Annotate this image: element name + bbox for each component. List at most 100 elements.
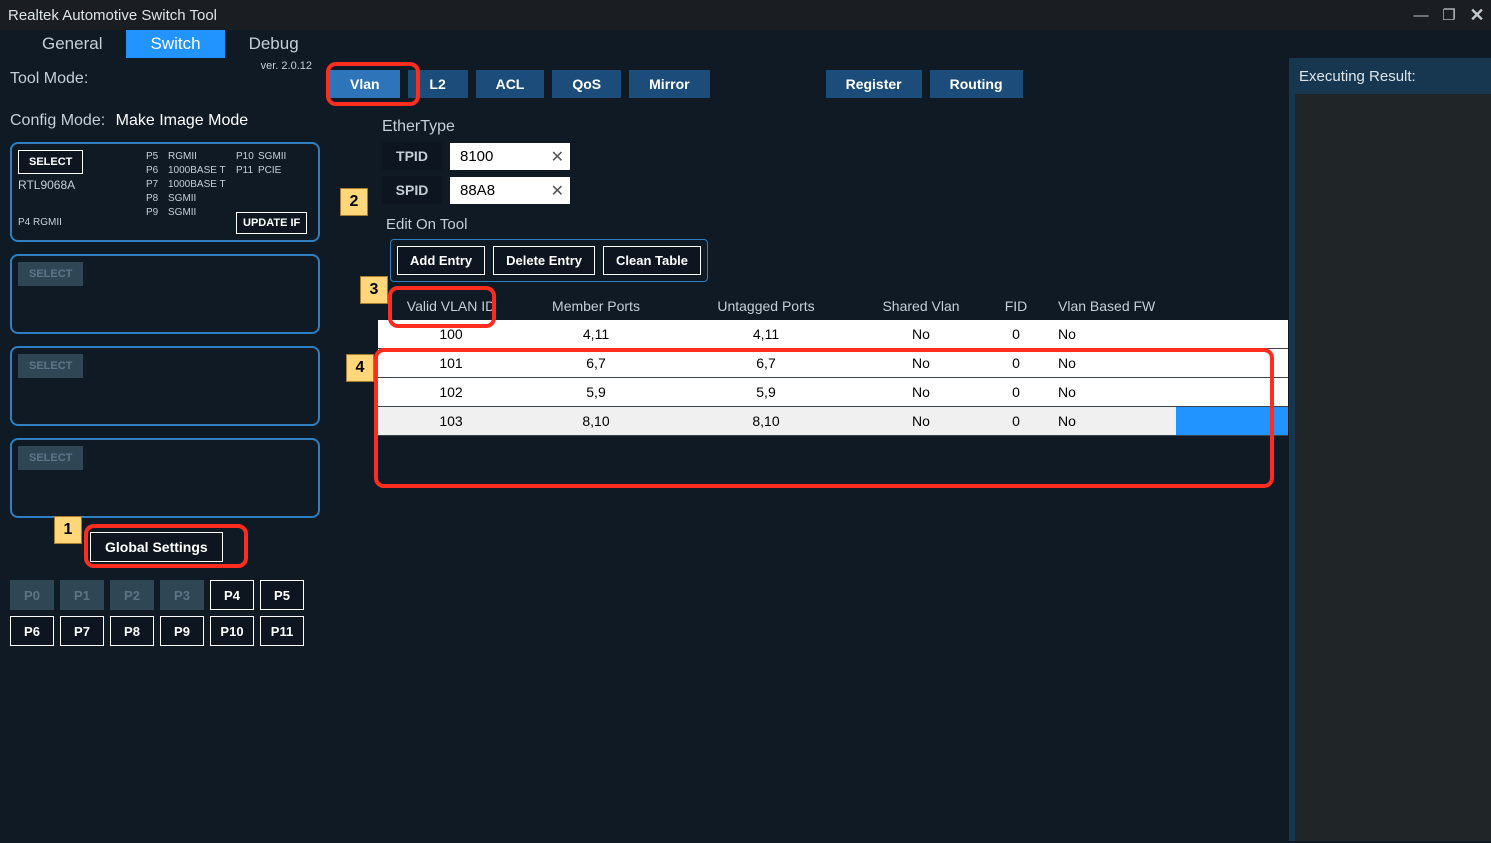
tpid-label: TPID <box>382 142 442 170</box>
tab-debug[interactable]: Debug <box>225 30 323 58</box>
table-row[interactable]: 1016,76,7No0No <box>378 349 1288 378</box>
cell-fid: 0 <box>986 353 1046 373</box>
device-name: RTL9068A <box>18 178 138 192</box>
col-vlan-fw: Vlan Based FW <box>1046 296 1176 316</box>
cell-untagged: 5,9 <box>676 382 856 402</box>
cell-vlan: 102 <box>386 382 516 402</box>
port-button-p9[interactable]: P9 <box>160 616 204 646</box>
select-device-button[interactable]: SELECT <box>18 150 83 174</box>
cell-members: 6,7 <box>516 353 676 373</box>
subtab-l2[interactable]: L2 <box>408 70 468 98</box>
port-mode: 1000BASE T <box>168 178 228 192</box>
cell-fw: No <box>1046 353 1176 373</box>
edit-buttons: Add Entry Delete Entry Clean Table <box>390 239 708 282</box>
table-row[interactable]: 1004,114,11No0No <box>378 320 1288 349</box>
port-button-grid: P0P1P2P3P4P5 P6P7P8P9P10P11 <box>10 580 320 646</box>
port-button-p4[interactable]: P4 <box>210 580 254 610</box>
cell-shared: No <box>856 382 986 402</box>
subtab-acl[interactable]: ACL <box>476 70 545 98</box>
port-mode: PCIE <box>258 164 318 178</box>
config-mode-value: Make Image Mode <box>116 112 249 129</box>
select-device-button-3[interactable]: SELECT <box>18 354 83 378</box>
subtab-mirror[interactable]: Mirror <box>629 70 709 98</box>
table-row[interactable]: 1025,95,9No0No <box>378 378 1288 407</box>
col-vlan-id: Valid VLAN ID <box>386 296 516 316</box>
callout-4: 4 <box>346 354 374 382</box>
port-button-p0[interactable]: P0 <box>10 580 54 610</box>
executing-result-log <box>1295 94 1491 841</box>
executing-result-panel: Executing Result: <box>1288 58 1491 841</box>
minimize-button[interactable]: — <box>1407 7 1435 24</box>
cell-fid: 0 <box>986 411 1046 431</box>
cell-fid: 0 <box>986 382 1046 402</box>
callout-3: 3 <box>360 276 388 304</box>
port-button-p1[interactable]: P1 <box>60 580 104 610</box>
port-label: P7 <box>146 178 168 192</box>
sub-tabs: Vlan L2 ACL QoS Mirror Register Routing <box>330 70 1288 98</box>
device-panel-2: SELECT <box>10 254 320 334</box>
port-button-p2[interactable]: P2 <box>110 580 154 610</box>
tpid-clear-icon[interactable]: ✕ <box>551 147 564 167</box>
cell-members: 4,11 <box>516 324 676 344</box>
subtab-vlan[interactable]: Vlan <box>330 70 400 98</box>
cell-fw: No <box>1046 411 1176 431</box>
port-label: P5 <box>146 150 168 164</box>
config-mode-row: Config Mode: Make Image Mode <box>10 112 320 130</box>
add-entry-button[interactable]: Add Entry <box>397 246 485 275</box>
table-row[interactable]: 1038,108,10No0No <box>378 407 1288 436</box>
cell-shared: No <box>856 324 986 344</box>
port-mode: RGMII <box>168 150 228 164</box>
sidebar: ver. 2.0.12 Tool Mode: Config Mode: Make… <box>0 58 330 841</box>
port-mode: SGMII <box>168 192 228 206</box>
cell-fw: No <box>1046 324 1176 344</box>
port-button-p5[interactable]: P5 <box>260 580 304 610</box>
cell-untagged: 8,10 <box>676 411 856 431</box>
tab-switch[interactable]: Switch <box>126 30 224 58</box>
device-panel-4: SELECT <box>10 438 320 518</box>
config-mode-label: Config Mode: <box>10 112 105 129</box>
close-button[interactable]: ✕ <box>1463 5 1491 26</box>
cell-shared: No <box>856 411 986 431</box>
port-mode: 1000BASE T <box>168 164 228 178</box>
version-label: ver. 2.0.12 <box>261 60 312 72</box>
table-header: Valid VLAN ID Member Ports Untagged Port… <box>378 296 1288 320</box>
callout-1: 1 <box>54 516 82 544</box>
spid-clear-icon[interactable]: ✕ <box>551 181 564 201</box>
port-button-p3[interactable]: P3 <box>160 580 204 610</box>
port-label: P9 <box>146 206 168 220</box>
global-settings-button[interactable]: Global Settings <box>90 532 223 562</box>
titlebar: Realtek Automotive Switch Tool — ❐ ✕ <box>0 0 1491 30</box>
port-button-p7[interactable]: P7 <box>60 616 104 646</box>
subtab-register[interactable]: Register <box>826 70 922 98</box>
cell-members: 8,10 <box>516 411 676 431</box>
tab-general[interactable]: General <box>18 30 126 58</box>
cell-fid: 0 <box>986 324 1046 344</box>
device-panel-1: SELECT RTL9068A P4 RGMII P5RGMIIP61000BA… <box>10 142 320 242</box>
cell-vlan: 103 <box>386 411 516 431</box>
col-member-ports: Member Ports <box>516 296 676 316</box>
spid-label: SPID <box>382 176 442 204</box>
port-p4-spec: P4 RGMII <box>18 216 138 230</box>
update-if-button[interactable]: UPDATE IF <box>236 212 307 234</box>
clean-table-button[interactable]: Clean Table <box>603 246 701 275</box>
cell-fw: No <box>1046 382 1176 402</box>
port-button-p10[interactable]: P10 <box>210 616 254 646</box>
port-button-p8[interactable]: P8 <box>110 616 154 646</box>
port-button-p11[interactable]: P11 <box>260 616 304 646</box>
select-device-button-2[interactable]: SELECT <box>18 262 83 286</box>
subtab-routing[interactable]: Routing <box>930 70 1023 98</box>
cell-untagged: 4,11 <box>676 324 856 344</box>
cell-untagged: 6,7 <box>676 353 856 373</box>
cell-vlan: 101 <box>386 353 516 373</box>
port-button-p6[interactable]: P6 <box>10 616 54 646</box>
cell-members: 5,9 <box>516 382 676 402</box>
edit-on-tool-label: Edit On Tool <box>386 216 1288 233</box>
maximize-button[interactable]: ❐ <box>1435 6 1463 24</box>
col-fid: FID <box>986 296 1046 316</box>
device-panel-3: SELECT <box>10 346 320 426</box>
subtab-qos[interactable]: QoS <box>552 70 621 98</box>
delete-entry-button[interactable]: Delete Entry <box>493 246 595 275</box>
select-device-button-4[interactable]: SELECT <box>18 446 83 470</box>
ethertype-label: EtherType <box>382 118 1288 136</box>
executing-result-label: Executing Result: <box>1299 68 1481 85</box>
